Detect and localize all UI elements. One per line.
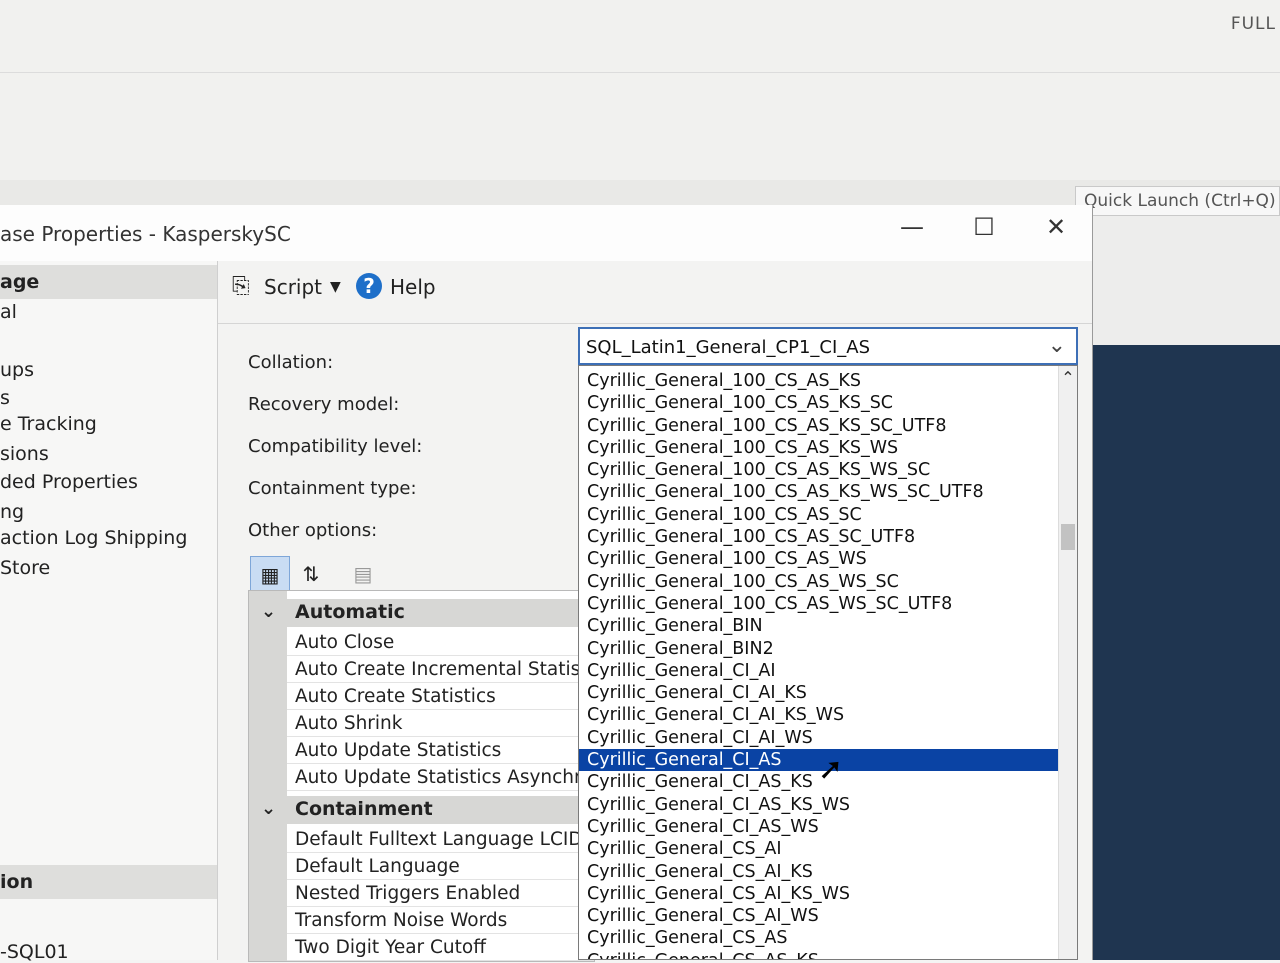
property-pages-icon[interactable]: ▤ xyxy=(344,556,382,592)
property-default-language[interactable]: Default Language xyxy=(287,853,594,880)
collation-option[interactable]: Cyrillic_General_BIN xyxy=(579,615,1061,637)
script-dropdown-arrow-icon[interactable]: ▼ xyxy=(330,279,341,295)
property-auto-create-incremental-statistics[interactable]: Auto Create Incremental Statistics xyxy=(287,656,594,683)
compatibility-level-label: Compatibility level: xyxy=(248,436,423,457)
collation-option[interactable]: Cyrillic_General_100_CS_AS_KS_SC xyxy=(579,392,1061,414)
collation-option[interactable]: Cyrillic_General_CI_AI_KS xyxy=(579,682,1061,704)
property-auto-update-statistics-async[interactable]: Auto Update Statistics Asynchrono xyxy=(287,764,594,791)
collation-option[interactable]: Cyrillic_General_CS_AI_KS xyxy=(579,861,1061,883)
collation-option[interactable]: Cyrillic_General_CS_AS xyxy=(579,927,1061,949)
background-panel xyxy=(1092,216,1280,345)
collation-selected-value: SQL_Latin1_General_CP1_CI_AS xyxy=(586,337,871,358)
page-item-filegroups[interactable]: ups xyxy=(0,359,34,381)
page-item-log-shipping[interactable]: action Log Shipping xyxy=(0,527,187,549)
collation-option[interactable]: Cyrillic_General_100_CS_AS_KS_WS_SC xyxy=(579,459,1061,481)
collation-option[interactable]: Cyrillic_General_CS_AI xyxy=(579,838,1061,860)
property-default-fulltext-language-lcid[interactable]: Default Fulltext Language LCID xyxy=(287,826,594,853)
screen-mode-label: FULL xyxy=(1230,14,1276,34)
collation-option[interactable]: Cyrillic_General_100_CS_AS_KS_WS xyxy=(579,437,1061,459)
alphabetical-sort-icon[interactable]: ⇅ xyxy=(292,556,330,592)
collation-label: Collation: xyxy=(248,352,334,373)
categorized-view-icon[interactable]: ▦ xyxy=(250,556,290,594)
collation-option[interactable]: Cyrillic_General_CI_AI_KS_WS xyxy=(579,704,1061,726)
collation-option[interactable]: Cyrillic_General_100_CS_AS_KS_SC_UTF8 xyxy=(579,415,1061,437)
chevron-down-icon[interactable]: ⌄ xyxy=(1048,333,1066,358)
containment-type-label: Containment type: xyxy=(248,478,417,499)
mouse-pointer-icon: ➚ xyxy=(818,752,844,787)
select-page-header: age xyxy=(0,265,217,299)
script-icon[interactable]: ⎘ xyxy=(232,274,250,299)
minimize-button[interactable]: — xyxy=(882,209,942,245)
maximize-button[interactable]: ☐ xyxy=(954,209,1014,245)
category-label: Containment xyxy=(295,798,433,820)
other-options-label: Other options: xyxy=(248,520,378,541)
collation-option[interactable]: Cyrillic_General_100_CS_AS_WS xyxy=(579,548,1061,570)
page-item-query-store[interactable]: Store xyxy=(0,557,50,579)
select-page-panel: age al ups s e Tracking sions ded Proper… xyxy=(0,261,218,963)
property-auto-close[interactable]: Auto Close xyxy=(287,629,594,656)
dialog-toolbar: ⎘ Script ▼ ? Help xyxy=(218,261,1092,324)
page-item-mirroring[interactable]: ng xyxy=(0,501,24,523)
collation-option[interactable]: Cyrillic_General_100_CS_AS_WS_SC_UTF8 xyxy=(579,593,1061,615)
property-auto-create-statistics[interactable]: Auto Create Statistics xyxy=(287,683,594,710)
scroll-up-arrow-icon[interactable]: ⌃ xyxy=(1059,368,1077,388)
collapse-chevron-icon[interactable]: ⌄ xyxy=(261,798,276,819)
page-item-permissions[interactable]: sions xyxy=(0,443,49,465)
collation-options: Cyrillic_General_100_CS_AS_KS Cyrillic_Ge… xyxy=(579,370,1061,959)
collation-option[interactable]: Cyrillic_General_CS_AS_KS xyxy=(579,950,1061,959)
property-auto-update-statistics[interactable]: Auto Update Statistics xyxy=(287,737,594,764)
category-automatic[interactable]: ⌄ Automatic xyxy=(249,599,594,627)
collation-option[interactable]: Cyrillic_General_100_CS_AS_WS_SC xyxy=(579,571,1061,593)
help-button[interactable]: Help xyxy=(390,275,436,299)
grid-gutter xyxy=(249,591,287,961)
category-containment[interactable]: ⌄ Containment xyxy=(249,796,594,824)
property-transform-noise-words[interactable]: Transform Noise Words xyxy=(287,907,594,934)
collation-option[interactable]: Cyrillic_General_100_CS_AS_KS_WS_SC_UTF8 xyxy=(579,481,1061,503)
collation-option[interactable]: Cyrillic_General_CI_AI_WS xyxy=(579,727,1061,749)
property-nested-triggers-enabled[interactable]: Nested Triggers Enabled xyxy=(287,880,594,907)
background-dark-panel xyxy=(1092,345,1280,960)
collation-option[interactable]: Cyrillic_General_100_CS_AS_KS xyxy=(579,370,1061,392)
dropdown-scrollbar[interactable]: ⌃ xyxy=(1058,366,1077,959)
ssms-top-area xyxy=(0,0,1280,185)
divider xyxy=(0,72,1280,73)
collation-option[interactable]: Cyrillic_General_100_CS_AS_SC_UTF8 xyxy=(579,526,1061,548)
property-auto-shrink[interactable]: Auto Shrink xyxy=(287,710,594,737)
recovery-model-label: Recovery model: xyxy=(248,394,400,415)
collation-option[interactable]: Cyrillic_General_CI_AI xyxy=(579,660,1061,682)
property-two-digit-year-cutoff[interactable]: Two Digit Year Cutoff xyxy=(287,934,594,961)
help-icon[interactable]: ? xyxy=(356,273,382,299)
collation-option[interactable]: Cyrillic_General_CI_AS_WS xyxy=(579,816,1061,838)
page-item-extended-properties[interactable]: ded Properties xyxy=(0,471,138,493)
quick-launch-input[interactable]: Quick Launch (Ctrl+Q) xyxy=(1075,186,1280,216)
title-bar: ase Properties - KasperskySC — ☐ ✕ xyxy=(0,205,1092,262)
collapse-chevron-icon[interactable]: ⌄ xyxy=(261,601,276,622)
script-button[interactable]: Script xyxy=(264,275,322,299)
options-property-grid: ⌄ Automatic Auto Close Auto Create Incre… xyxy=(248,590,595,962)
connection-header: ion xyxy=(0,865,217,899)
close-button[interactable]: ✕ xyxy=(1026,209,1086,245)
page-item-change-tracking[interactable]: e Tracking xyxy=(0,413,97,435)
collation-option[interactable]: Cyrillic_General_CI_AS_KS_WS xyxy=(579,794,1061,816)
collation-combobox[interactable]: SQL_Latin1_General_CP1_CI_AS ⌄ xyxy=(578,327,1078,365)
window-title: ase Properties - KasperskySC xyxy=(0,222,291,246)
collation-option[interactable]: Cyrillic_General_CS_AI_KS_WS xyxy=(579,883,1061,905)
page-item-options[interactable]: s xyxy=(0,387,10,409)
scrollbar-thumb[interactable] xyxy=(1061,524,1075,550)
collation-dropdown-list[interactable]: Cyrillic_General_100_CS_AS_KS Cyrillic_Ge… xyxy=(578,365,1078,960)
collation-option[interactable]: Cyrillic_General_BIN2 xyxy=(579,638,1061,660)
page-item-general[interactable]: al xyxy=(0,301,17,323)
collation-option[interactable]: Cyrillic_General_CS_AI_WS xyxy=(579,905,1061,927)
collation-option[interactable]: Cyrillic_General_100_CS_AS_SC xyxy=(579,504,1061,526)
category-label: Automatic xyxy=(295,601,405,623)
